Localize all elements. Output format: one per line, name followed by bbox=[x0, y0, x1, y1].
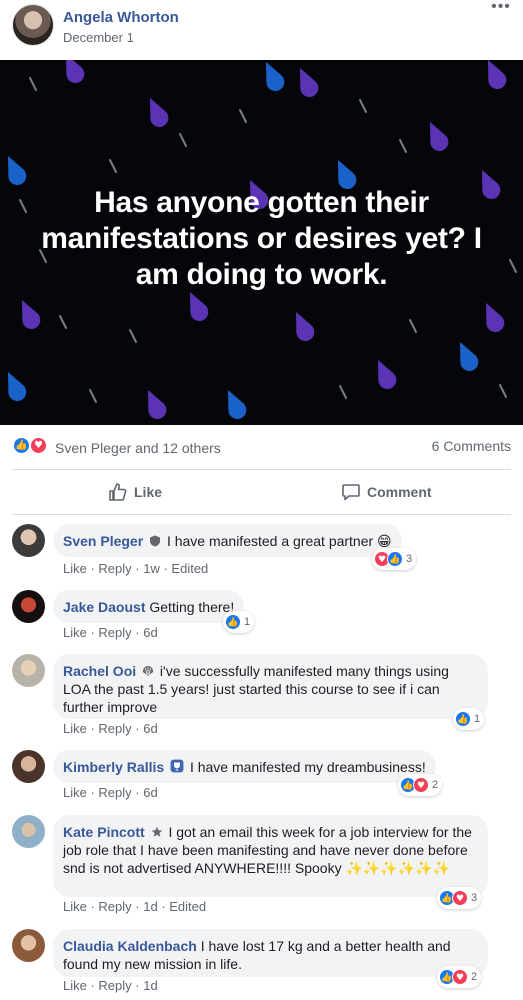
reaction-count: 2 bbox=[471, 971, 478, 983]
post-image-text: Has anyone gotten their manifestations o… bbox=[41, 186, 482, 291]
reactions-bar: 👍 ♥ Sven Pleger and 12 others 6 Comments bbox=[0, 428, 523, 464]
comment-bubble: Jake Daoust Getting there! bbox=[53, 590, 245, 623]
comment-like-link[interactable]: Like bbox=[63, 561, 87, 576]
author-avatar[interactable] bbox=[12, 4, 54, 46]
reaction-count: 1 bbox=[244, 616, 251, 628]
comment-bubble: Claudia Kaldenbach I have lost 17 kg and… bbox=[53, 929, 488, 977]
comment-like-link[interactable]: Like bbox=[63, 785, 87, 800]
comment-reactions[interactable]: 👍 ♥ 3 bbox=[437, 887, 482, 909]
comment-edited[interactable]: Edited bbox=[169, 899, 206, 914]
comment-reply-link[interactable]: Reply bbox=[98, 625, 131, 640]
love-reaction-icon: ♥ bbox=[29, 436, 48, 455]
comment-time[interactable]: 6d bbox=[143, 721, 157, 736]
reactions-summary[interactable]: Sven Pleger and 12 others bbox=[55, 440, 221, 456]
comment-reply-link[interactable]: Reply bbox=[98, 899, 131, 914]
comment-bubble: Sven Pleger I have manifested a great pa… bbox=[53, 524, 402, 557]
star-icon bbox=[151, 826, 162, 837]
comment-time[interactable]: 6d bbox=[143, 625, 157, 640]
comment-icon bbox=[342, 484, 360, 501]
action-bar: Like Comment bbox=[0, 470, 523, 514]
comments-count[interactable]: 6 Comments bbox=[432, 438, 511, 454]
post-date[interactable]: December 1 bbox=[63, 30, 134, 45]
love-reaction-icon: ♥ bbox=[452, 890, 468, 906]
like-reaction-icon: 👍 bbox=[12, 436, 31, 455]
commenter-avatar[interactable] bbox=[12, 524, 45, 557]
comment-meta: Like · Reply · 1d bbox=[63, 978, 158, 993]
comment-text: Getting there! bbox=[149, 599, 235, 615]
reaction-count: 1 bbox=[474, 713, 481, 725]
comment-time[interactable]: 1d bbox=[143, 978, 157, 993]
comment-like-link[interactable]: Like bbox=[63, 625, 87, 640]
commenter-name[interactable]: Sven Pleger bbox=[63, 533, 143, 549]
love-reaction-icon: ♥ bbox=[452, 969, 468, 985]
commenter-avatar[interactable] bbox=[12, 590, 45, 623]
post-author-name[interactable]: Angela Whorton bbox=[63, 9, 179, 26]
reaction-count: 3 bbox=[406, 553, 413, 565]
comment-reply-link[interactable]: Reply bbox=[98, 978, 131, 993]
comment-like-link[interactable]: Like bbox=[63, 978, 87, 993]
comment-meta: Like · Reply · 1w · Edited bbox=[63, 561, 209, 576]
shield-icon bbox=[150, 535, 161, 547]
like-button-label: Like bbox=[134, 484, 163, 500]
comment-bubble: Rachel Ooi i've successfully manifested … bbox=[53, 654, 488, 719]
commenter-name[interactable]: Rachel Ooi bbox=[63, 663, 136, 679]
comment-meta: Like · Reply · 6d bbox=[63, 625, 158, 640]
comment-bubble: Kate Pincott I got an email this week fo… bbox=[53, 815, 488, 897]
comment-bubble: Kimberly Rallis I have manifested my dre… bbox=[53, 750, 436, 783]
reaction-icons[interactable]: 👍 ♥ bbox=[12, 436, 52, 456]
thumbs-up-icon bbox=[109, 483, 127, 501]
commenter-avatar[interactable] bbox=[12, 815, 45, 848]
comment-like-link[interactable]: Like bbox=[63, 899, 87, 914]
comment-time[interactable]: 1d bbox=[143, 899, 157, 914]
comment-reactions[interactable]: 👍 1 bbox=[223, 611, 255, 633]
post-image[interactable]: Has anyone gotten their manifestations o… bbox=[0, 60, 523, 425]
comment-reactions[interactable]: ♥ 👍 3 bbox=[372, 548, 417, 570]
comment-reactions[interactable]: 👍 ♥ 2 bbox=[398, 774, 443, 796]
comment-reactions[interactable]: 👍 1 bbox=[453, 708, 485, 730]
shell-icon bbox=[142, 666, 154, 676]
commenter-name[interactable]: Kate Pincott bbox=[63, 824, 145, 840]
like-button[interactable]: Like bbox=[108, 470, 162, 514]
post-header: Angela Whorton December 1 ••• bbox=[0, 0, 523, 60]
commenter-name[interactable]: Kimberly Rallis bbox=[63, 759, 164, 775]
commenter-avatar[interactable] bbox=[12, 929, 45, 962]
comment-meta: Like · Reply · 6d bbox=[63, 785, 158, 800]
trophy-icon bbox=[170, 759, 184, 773]
comment-meta: Like · Reply · 6d bbox=[63, 721, 158, 736]
comment-button-label: Comment bbox=[367, 484, 432, 500]
like-reaction-icon: 👍 bbox=[455, 711, 471, 727]
like-reaction-icon: 👍 bbox=[225, 614, 241, 630]
comment-reply-link[interactable]: Reply bbox=[98, 561, 131, 576]
commenter-avatar[interactable] bbox=[12, 750, 45, 783]
comment-edited[interactable]: Edited bbox=[171, 561, 208, 576]
commenter-avatar[interactable] bbox=[12, 654, 45, 687]
comment-reactions[interactable]: 👍 ♥ 2 bbox=[437, 966, 482, 988]
comment-reply-link[interactable]: Reply bbox=[98, 721, 131, 736]
comment-time[interactable]: 1w bbox=[143, 561, 160, 576]
love-reaction-icon: ♥ bbox=[413, 777, 429, 793]
divider bbox=[12, 514, 511, 515]
comment-meta: Like · Reply · 1d · Edited bbox=[63, 899, 207, 914]
reaction-count: 2 bbox=[432, 779, 439, 791]
more-options-icon[interactable]: ••• bbox=[489, 0, 513, 20]
comment-like-link[interactable]: Like bbox=[63, 721, 87, 736]
comment-text: I have manifested a great partner 😁 bbox=[166, 533, 392, 549]
comment-time[interactable]: 6d bbox=[143, 785, 157, 800]
like-reaction-icon: 👍 bbox=[387, 551, 403, 567]
reaction-count: 3 bbox=[471, 892, 478, 904]
commenter-name[interactable]: Claudia Kaldenbach bbox=[63, 938, 197, 954]
commenter-name[interactable]: Jake Daoust bbox=[63, 599, 145, 615]
comment-reply-link[interactable]: Reply bbox=[98, 785, 131, 800]
comment-button[interactable]: Comment bbox=[341, 470, 432, 514]
comment-text: I have manifested my dreambusiness! bbox=[189, 759, 426, 775]
